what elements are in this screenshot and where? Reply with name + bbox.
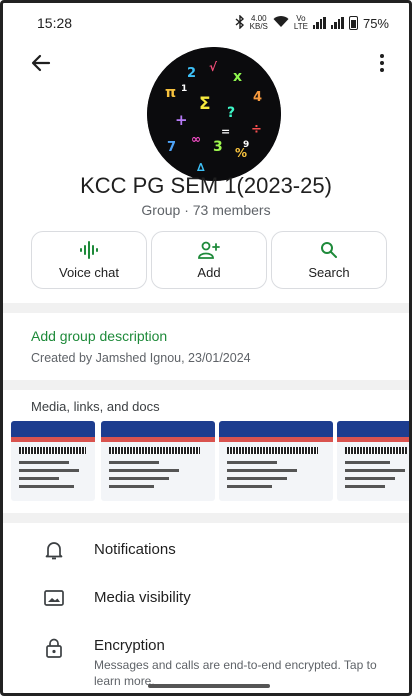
screen: 15:28 4.00 KB/S Vo LTE 75% π 2 √ x 4 + Σ… [0,0,412,696]
home-indicator[interactable] [148,684,270,688]
status-bar: 15:28 4.00 KB/S Vo LTE 75% [3,3,409,43]
group-avatar[interactable]: π 2 √ x 4 + Σ ? ÷ 7 ∞ 3 % ∆ = 1 9 [147,47,281,181]
wifi-icon [273,15,289,31]
media-thumbnail[interactable] [11,421,95,501]
action-row: Voice chat Add Search [31,231,387,289]
voice-chat-button[interactable]: Voice chat [31,231,147,289]
bluetooth-icon [235,13,245,32]
voice-chat-icon [79,240,99,259]
media-thumbnail[interactable] [101,421,215,501]
more-vertical-icon[interactable] [377,51,387,75]
svg-text:÷: ÷ [251,122,262,137]
battery-percent: 75% [362,15,389,31]
media-visibility-item[interactable]: Media visibility [3,579,409,619]
svg-text:=: = [221,125,230,138]
section-divider [3,513,409,523]
battery-icon [348,16,358,30]
voice-chat-label: Voice chat [59,264,119,280]
media-section-title[interactable]: Media, links, and docs [31,399,160,414]
image-icon [43,587,65,609]
group-name: KCC PG SEM 1(2023-25) [80,173,332,198]
signal-icon-2 [330,17,344,29]
lock-icon [43,637,65,659]
search-button[interactable]: Search [271,231,387,289]
group-subtitle: Group · 73 members [141,202,271,218]
bell-icon [43,539,65,561]
add-label: Add [197,264,221,280]
svg-text:?: ? [227,105,235,121]
created-by-text: Created by Jamshed Ignou, 23/01/2024 [31,351,251,365]
encryption-item[interactable]: Encryption Messages and calls are end-to… [3,629,409,689]
svg-text:+: + [175,111,188,129]
svg-text:9: 9 [243,140,249,150]
notifications-label: Notifications [94,541,176,558]
volte-bottom: LTE [293,22,308,31]
status-indicators: 4.00 KB/S Vo LTE 75% [235,13,389,32]
media-thumbnail[interactable] [219,421,333,501]
svg-text:Σ: Σ [199,94,211,114]
svg-text:√: √ [209,60,218,74]
search-label: Search [308,264,350,280]
notifications-item[interactable]: Notifications [3,531,409,571]
media-strip [11,421,409,501]
svg-text:7: 7 [167,140,176,155]
svg-text:4: 4 [253,90,262,105]
svg-text:∞: ∞ [191,132,201,146]
svg-text:π: π [165,85,176,101]
signal-icon [312,17,326,29]
volte-indicator: Vo LTE [294,15,308,31]
data-speed: 4.00 KB/S [250,15,268,31]
add-group-description-link[interactable]: Add group description [31,328,167,344]
section-divider [3,380,409,390]
search-icon [320,241,338,259]
encryption-label: Encryption [94,637,165,654]
media-thumbnail[interactable] [337,421,409,501]
status-time: 15:28 [37,15,73,31]
section-divider [3,303,409,313]
add-button[interactable]: Add [151,231,267,289]
data-speed-unit: KB/S [249,22,268,31]
svg-text:x: x [233,69,242,85]
arrow-left-icon[interactable] [29,51,53,75]
svg-text:1: 1 [181,84,187,94]
add-person-icon [198,241,220,259]
media-visibility-label: Media visibility [94,589,191,606]
svg-text:2: 2 [187,66,196,81]
svg-text:3: 3 [213,139,223,155]
